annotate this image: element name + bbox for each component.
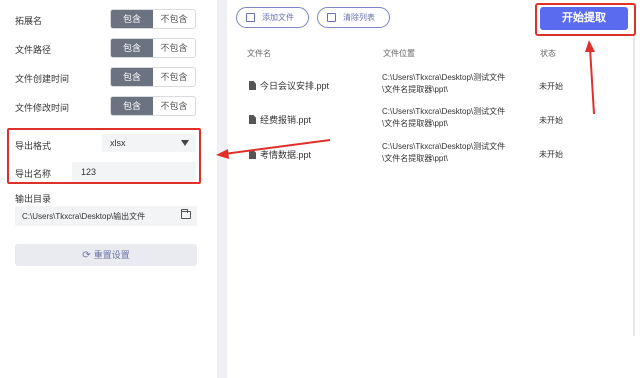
include-button[interactable]: 包含: [111, 39, 153, 57]
include-button[interactable]: 包含: [111, 97, 153, 115]
export-name-label: 导出名称: [15, 169, 52, 179]
file-path-cell: C:\Users\Tkxcra\Desktop\测试文件 \文件名提取器\ppt…: [382, 141, 505, 165]
clear-list-label: 清除列表: [343, 13, 375, 22]
file-icon: [249, 81, 256, 90]
file-path-line: \文件名提取器\ppt\: [382, 85, 448, 94]
include-button[interactable]: 包含: [111, 68, 153, 86]
settings-panel: 拓展名 包含 不包含 文件路径 包含 不包含 文件创建时间 包含 不包含 文件修…: [0, 0, 217, 378]
output-dir-label: 输出目录: [15, 194, 52, 204]
exclude-button[interactable]: 不包含: [153, 97, 195, 115]
folder-icon[interactable]: [181, 209, 191, 219]
add-file-icon: [246, 13, 255, 22]
option-row-extension: 拓展名 包含 不包含: [0, 9, 217, 31]
column-header-name: 文件名: [247, 49, 271, 58]
add-file-label: 添加文件: [262, 13, 294, 22]
file-name: 经费报销.ppt: [260, 115, 312, 125]
option-label: 拓展名: [15, 16, 43, 26]
option-row-path: 文件路径 包含 不包含: [0, 38, 217, 60]
file-name: 今日会议安排.ppt: [260, 81, 330, 91]
output-dir-field[interactable]: C:\Users\Tkxcra\Desktop\输出文件: [15, 206, 197, 226]
status-cell: 未开始: [539, 116, 563, 125]
modified-time-toggle: 包含 不包含: [110, 96, 196, 116]
export-format-select[interactable]: xlsx: [102, 134, 196, 152]
file-path-line: C:\Users\Tkxcra\Desktop\测试文件: [382, 142, 506, 151]
scrollbar[interactable]: [633, 36, 635, 336]
add-file-button[interactable]: 添加文件: [236, 7, 309, 28]
chevron-down-icon: [181, 140, 189, 146]
file-icon: [249, 115, 256, 124]
exclude-button[interactable]: 不包含: [153, 10, 195, 28]
status-cell: 未开始: [539, 150, 563, 159]
file-name: 考情数据.ppt: [260, 150, 312, 160]
include-button[interactable]: 包含: [111, 10, 153, 28]
exclude-button[interactable]: 不包含: [153, 68, 195, 86]
file-path-line: \文件名提取器\ppt\: [382, 119, 448, 128]
file-name-cell: 经费报销.ppt: [249, 113, 311, 126]
file-icon: [249, 150, 256, 159]
option-label: 文件创建时间: [15, 74, 70, 84]
output-dir-path: C:\Users\Tkxcra\Desktop\输出文件: [22, 212, 146, 221]
file-path-line: C:\Users\Tkxcra\Desktop\测试文件: [382, 107, 506, 116]
exclude-button[interactable]: 不包含: [153, 39, 195, 57]
created-time-toggle: 包含 不包含: [110, 67, 196, 87]
clear-list-icon: [327, 13, 336, 22]
file-path-cell: C:\Users\Tkxcra\Desktop\测试文件 \文件名提取器\ppt…: [382, 72, 505, 96]
file-list-panel: [227, 0, 640, 378]
status-cell: 未开始: [539, 82, 563, 91]
path-toggle: 包含 不包含: [110, 38, 196, 58]
column-header-location: 文件位置: [383, 49, 415, 58]
file-name-cell: 今日会议安排.ppt: [249, 79, 329, 92]
file-path-line: \文件名提取器\ppt\: [382, 154, 448, 163]
column-header-status: 状态: [540, 49, 556, 58]
option-label: 文件修改时间: [15, 103, 70, 113]
option-row-modified: 文件修改时间 包含 不包含: [0, 96, 217, 118]
file-path-line: C:\Users\Tkxcra\Desktop\测试文件: [382, 73, 506, 82]
start-extract-button[interactable]: 开始提取: [540, 7, 628, 30]
file-name-cell: 考情数据.ppt: [249, 148, 311, 161]
export-name-input[interactable]: [72, 162, 196, 182]
file-path-cell: C:\Users\Tkxcra\Desktop\测试文件 \文件名提取器\ppt…: [382, 106, 505, 130]
extension-toggle: 包含 不包含: [110, 9, 196, 29]
export-format-label: 导出格式: [15, 141, 52, 151]
export-format-value: xlsx: [110, 138, 126, 148]
reset-label: 重置设置: [93, 250, 130, 260]
option-row-created: 文件创建时间 包含 不包含: [0, 67, 217, 89]
clear-list-button[interactable]: 清除列表: [317, 7, 390, 28]
refresh-icon: ⟳: [82, 250, 91, 261]
option-label: 文件路径: [15, 45, 52, 55]
reset-button[interactable]: ⟳ 重置设置: [15, 244, 197, 266]
